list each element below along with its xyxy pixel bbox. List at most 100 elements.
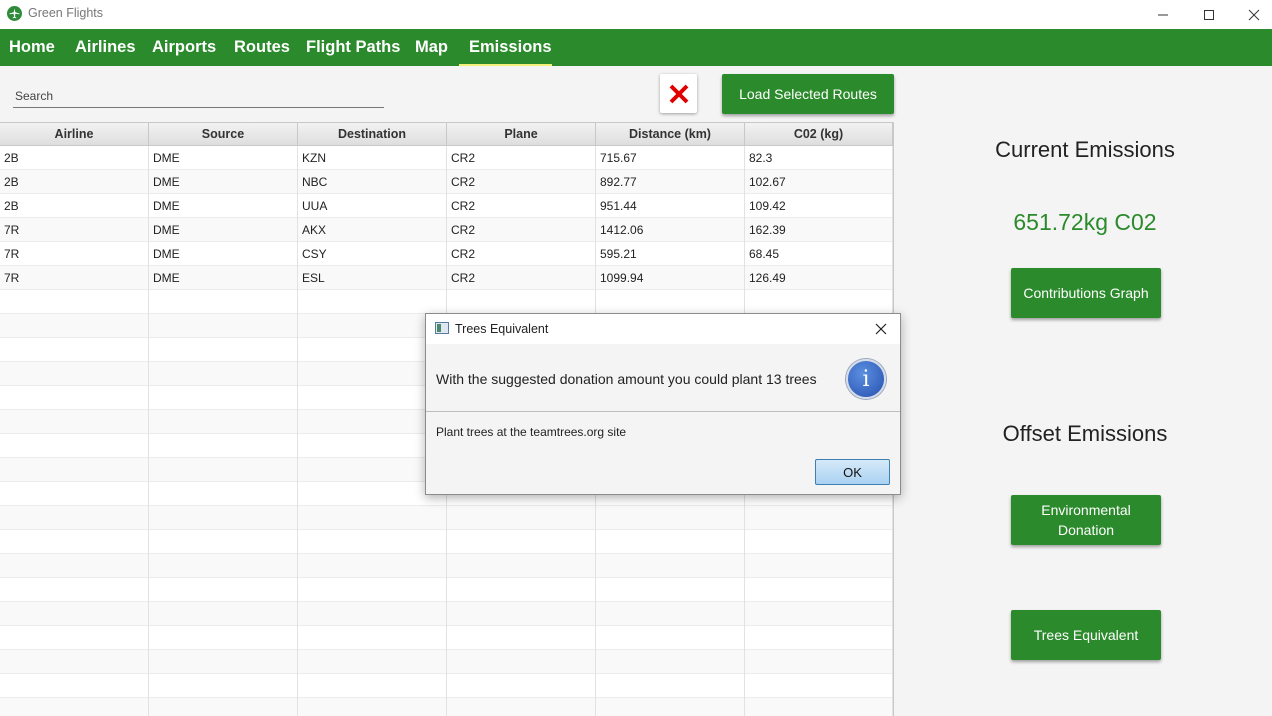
clear-selection-button[interactable] <box>660 74 697 113</box>
table-cell: 7R <box>0 218 149 242</box>
table-row[interactable]: 2B DME NBC CR2 892.77 102.67 <box>0 170 893 194</box>
table-cell: DME <box>149 194 298 218</box>
table-row[interactable]: 7R DME ESL CR2 1099.94 126.49 <box>0 266 893 290</box>
table-cell <box>298 698 447 716</box>
offset-emissions-heading: Offset Emissions <box>1002 421 1168 446</box>
table-cell <box>149 338 298 362</box>
table-row[interactable] <box>0 554 893 578</box>
window-title: Green Flights <box>28 6 104 20</box>
table-cell <box>596 290 745 314</box>
maximize-button[interactable] <box>1186 0 1232 29</box>
table-cell <box>0 698 149 716</box>
table-row[interactable] <box>0 602 893 626</box>
table-cell <box>596 578 745 602</box>
table-cell <box>149 506 298 530</box>
trees-equivalent-dialog: Trees Equivalent With the suggested dona… <box>425 313 901 495</box>
table-cell <box>298 650 447 674</box>
table-cell: 102.67 <box>745 170 893 194</box>
table-row[interactable] <box>0 698 893 716</box>
table-cell: NBC <box>298 170 447 194</box>
current-emissions-heading: Current Emissions <box>995 137 1175 162</box>
column-header-source[interactable]: Source <box>149 123 298 146</box>
airplane-icon <box>7 6 22 21</box>
nav-home[interactable]: Home <box>9 29 55 66</box>
dialog-window-icon <box>435 322 449 334</box>
table-cell <box>447 554 596 578</box>
table-cell: CR2 <box>447 266 596 290</box>
table-cell: 595.21 <box>596 242 745 266</box>
table-cell <box>745 674 893 698</box>
nav-routes[interactable]: Routes <box>234 29 290 66</box>
table-cell <box>745 554 893 578</box>
table-row[interactable] <box>0 674 893 698</box>
table-cell: CSY <box>298 242 447 266</box>
table-cell <box>0 482 149 506</box>
column-header-distance[interactable]: Distance (km) <box>596 123 745 146</box>
table-cell: DME <box>149 146 298 170</box>
info-icon: i <box>846 359 886 399</box>
nav-emissions[interactable]: Emissions <box>459 29 552 66</box>
table-row[interactable] <box>0 530 893 554</box>
table-cell <box>298 674 447 698</box>
table-cell: 7R <box>0 266 149 290</box>
table-cell: CR2 <box>447 170 596 194</box>
table-cell <box>596 650 745 674</box>
table-cell: 162.39 <box>745 218 893 242</box>
table-cell: CR2 <box>447 242 596 266</box>
table-cell <box>745 602 893 626</box>
nav-airports[interactable]: Airports <box>152 29 216 66</box>
table-row[interactable] <box>0 506 893 530</box>
table-cell: DME <box>149 266 298 290</box>
table-cell: UUA <box>298 194 447 218</box>
table-row[interactable]: 2B DME UUA CR2 951.44 109.42 <box>0 194 893 218</box>
table-cell <box>596 674 745 698</box>
dialog-title: Trees Equivalent <box>455 322 549 336</box>
table-cell <box>447 578 596 602</box>
table-cell <box>149 530 298 554</box>
table-row[interactable] <box>0 650 893 674</box>
window-titlebar: Green Flights <box>0 0 1272 29</box>
table-cell <box>0 674 149 698</box>
main-nav: Home Airlines Airports Routes Flight Pat… <box>0 29 1272 66</box>
table-cell <box>745 290 893 314</box>
load-selected-routes-button[interactable]: Load Selected Routes <box>722 74 894 114</box>
table-row[interactable] <box>0 578 893 602</box>
table-row[interactable]: 7R DME CSY CR2 595.21 68.45 <box>0 242 893 266</box>
table-cell: 2B <box>0 170 149 194</box>
table-cell <box>298 554 447 578</box>
table-cell <box>0 650 149 674</box>
window-close-button[interactable] <box>1231 0 1272 29</box>
column-header-co2[interactable]: C02 (kg) <box>745 123 893 146</box>
contributions-graph-button[interactable]: Contributions Graph <box>1011 268 1161 318</box>
table-cell <box>149 434 298 458</box>
table-row[interactable]: 7R DME AKX CR2 1412.06 162.39 <box>0 218 893 242</box>
table-cell: 68.45 <box>745 242 893 266</box>
column-header-airline[interactable]: Airline <box>0 123 149 146</box>
table-cell <box>0 554 149 578</box>
table-cell: 109.42 <box>745 194 893 218</box>
table-cell <box>298 290 447 314</box>
minimize-button[interactable] <box>1140 0 1186 29</box>
nav-flight-paths[interactable]: Flight Paths <box>306 29 400 66</box>
table-row[interactable] <box>0 290 893 314</box>
table-cell <box>447 530 596 554</box>
search-input[interactable] <box>13 84 384 108</box>
environmental-donation-button[interactable]: Environmental Donation <box>1011 495 1161 545</box>
ok-button[interactable]: OK <box>815 459 890 485</box>
dialog-close-button[interactable] <box>872 320 890 338</box>
table-row[interactable] <box>0 626 893 650</box>
table-cell <box>0 530 149 554</box>
trees-equivalent-button[interactable]: Trees Equivalent <box>1011 610 1161 660</box>
column-header-destination[interactable]: Destination <box>298 123 447 146</box>
nav-map[interactable]: Map <box>415 29 448 66</box>
table-cell <box>149 314 298 338</box>
table-cell <box>596 554 745 578</box>
table-row[interactable]: 2B DME KZN CR2 715.67 82.3 <box>0 146 893 170</box>
table-cell <box>447 506 596 530</box>
nav-airlines[interactable]: Airlines <box>75 29 136 66</box>
table-cell <box>298 578 447 602</box>
column-header-plane[interactable]: Plane <box>447 123 596 146</box>
table-cell <box>0 458 149 482</box>
table-cell <box>0 314 149 338</box>
table-cell <box>149 698 298 716</box>
